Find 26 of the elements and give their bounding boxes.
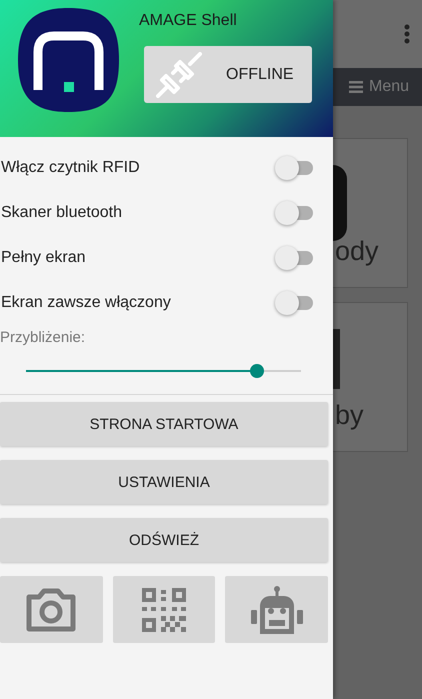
tile-card: by <box>333 302 408 452</box>
icon-button[interactable] <box>225 576 328 643</box>
setting-label: Skaner bluetooth <box>1 204 122 222</box>
toggle-switch[interactable] <box>275 246 313 270</box>
app-title: AMAGE Shell <box>139 12 238 30</box>
zoom-label: Przybliżenie: <box>0 329 86 346</box>
camera-icon <box>26 587 76 632</box>
setting-label: Pełny ekran <box>1 248 86 266</box>
menu-button[interactable]: USTAWIENIA <box>0 460 328 504</box>
more-options-icon[interactable] <box>404 24 410 44</box>
qr-code-icon <box>142 588 186 632</box>
toggle-switch[interactable] <box>275 156 313 180</box>
icon-button[interactable] <box>0 576 103 643</box>
menu-icon <box>349 81 363 93</box>
setting-label: Włącz czytnik RFID <box>1 158 140 176</box>
offline-button[interactable]: OFFLINE <box>144 46 312 103</box>
plug-icon <box>156 52 202 98</box>
zoom-slider[interactable] <box>26 364 301 378</box>
robot-icon <box>250 586 303 634</box>
menu-button[interactable]: ODŚWIEŻ <box>0 518 328 562</box>
toggle-switch[interactable] <box>275 200 313 224</box>
toggle-switch[interactable] <box>275 290 313 314</box>
tile-card: ody <box>333 138 408 288</box>
icon-button[interactable] <box>112 576 216 643</box>
menu-button[interactable]: STRONA STARTOWA <box>0 402 328 446</box>
setting-label: Ekran zawsze włączony <box>1 294 171 312</box>
